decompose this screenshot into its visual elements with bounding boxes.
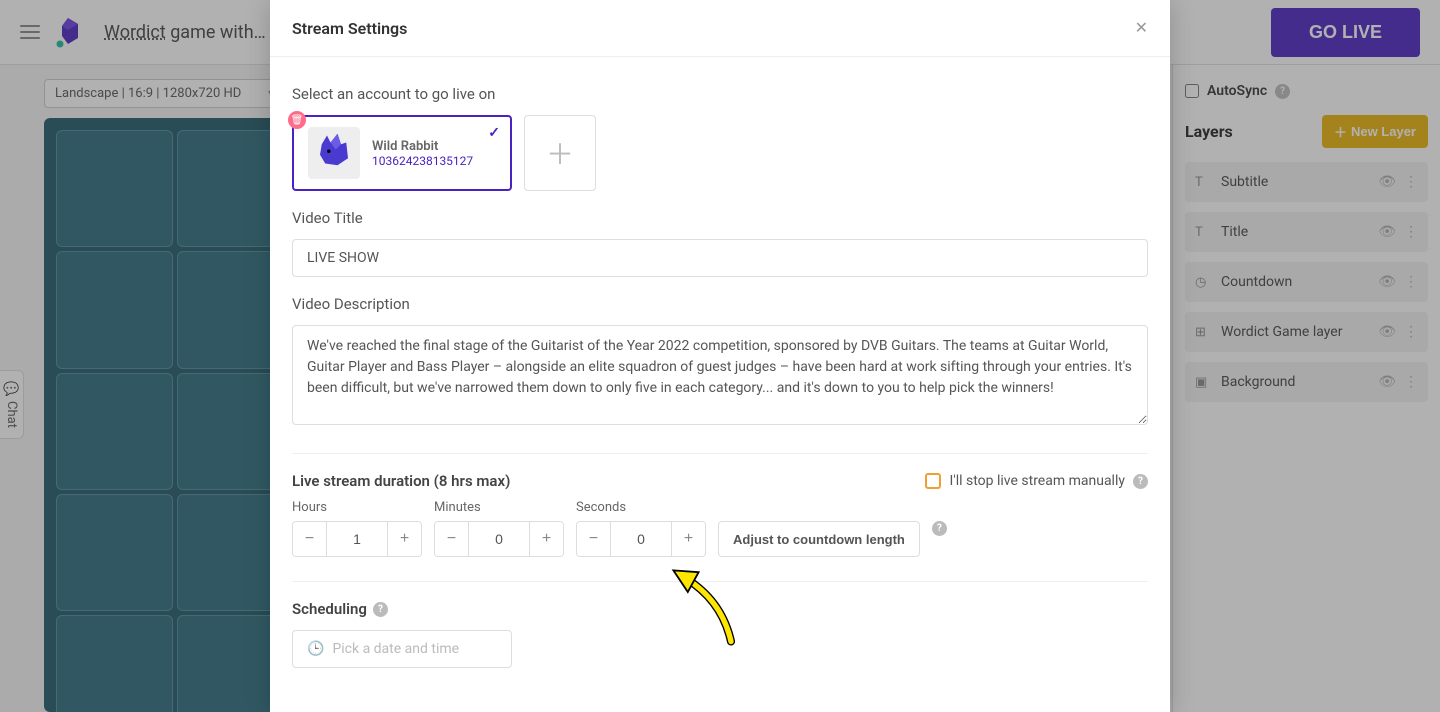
video-title-label: Video Title bbox=[292, 209, 1148, 227]
check-icon: ✓ bbox=[488, 125, 500, 141]
clock-icon: 🕒 bbox=[307, 641, 324, 657]
help-icon[interactable]: ? bbox=[932, 521, 947, 536]
plus-icon: ＋ bbox=[546, 133, 574, 173]
seconds-label: Seconds bbox=[576, 500, 706, 515]
select-account-label: Select an account to go live on bbox=[292, 85, 1148, 103]
minutes-input[interactable] bbox=[469, 522, 529, 556]
manual-stop-checkbox[interactable] bbox=[925, 473, 941, 489]
minutes-increment[interactable]: + bbox=[529, 522, 563, 556]
delete-account-button[interactable]: 🗑 bbox=[288, 111, 306, 129]
manual-stop-label: I'll stop live stream manually bbox=[949, 473, 1125, 489]
minutes-stepper: − + bbox=[434, 521, 564, 557]
seconds-input[interactable] bbox=[611, 522, 671, 556]
account-avatar bbox=[308, 127, 360, 179]
adjust-countdown-button[interactable]: Adjust to countdown length bbox=[718, 521, 920, 557]
seconds-stepper: − + bbox=[576, 521, 706, 557]
close-icon: ✕ bbox=[1135, 20, 1148, 37]
stream-settings-modal: Stream Settings ✕ Select an account to g… bbox=[270, 0, 1170, 712]
hours-decrement[interactable]: − bbox=[293, 522, 327, 556]
account-id: 103624238135127 bbox=[372, 154, 473, 168]
duration-label: Live stream duration (8 hrs max) bbox=[292, 472, 510, 490]
modal-title: Stream Settings bbox=[292, 19, 407, 38]
minutes-decrement[interactable]: − bbox=[435, 522, 469, 556]
hours-label: Hours bbox=[292, 500, 422, 515]
help-icon[interactable]: ? bbox=[373, 602, 388, 617]
date-placeholder: Pick a date and time bbox=[332, 641, 459, 657]
date-picker[interactable]: 🕒 Pick a date and time bbox=[292, 630, 512, 668]
close-button[interactable]: ✕ bbox=[1135, 18, 1148, 38]
video-title-input[interactable] bbox=[292, 239, 1148, 277]
account-name: Wild Rabbit bbox=[372, 139, 473, 154]
video-desc-textarea[interactable]: We've reached the final stage of the Gui… bbox=[292, 325, 1148, 425]
add-account-button[interactable]: ＋ bbox=[524, 115, 596, 191]
help-icon[interactable]: ? bbox=[1133, 474, 1148, 489]
seconds-decrement[interactable]: − bbox=[577, 522, 611, 556]
hours-input[interactable] bbox=[327, 522, 387, 556]
hours-increment[interactable]: + bbox=[387, 522, 421, 556]
trash-icon: 🗑 bbox=[291, 115, 304, 126]
account-card[interactable]: 🗑 ✓ Wild Rabbit 103624238135127 bbox=[292, 115, 512, 191]
hours-stepper: − + bbox=[292, 521, 422, 557]
minutes-label: Minutes bbox=[434, 500, 564, 515]
seconds-increment[interactable]: + bbox=[671, 522, 705, 556]
scheduling-label: Scheduling bbox=[292, 600, 367, 618]
video-desc-label: Video Description bbox=[292, 295, 1148, 313]
